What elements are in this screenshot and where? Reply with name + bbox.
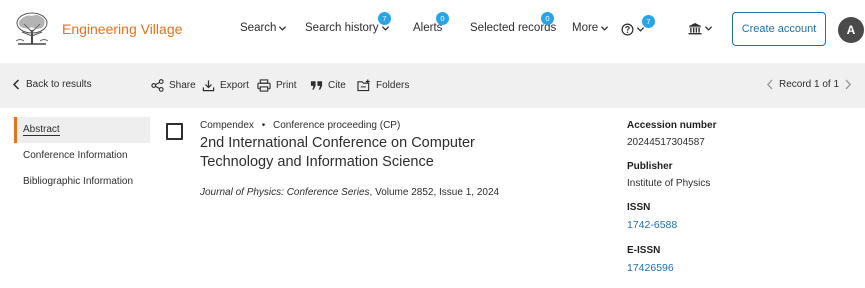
- document-type: Conference proceeding (CP): [273, 120, 401, 131]
- brand-name[interactable]: Engineering Village: [62, 21, 182, 37]
- institution-icon: [688, 23, 702, 35]
- nav-institution[interactable]: [688, 22, 713, 35]
- issn-link[interactable]: 1742-6588: [627, 219, 677, 231]
- share-label: Share: [169, 80, 196, 91]
- chevron-down-icon: [601, 25, 609, 31]
- nav-help[interactable]: [621, 23, 645, 36]
- folders-button[interactable]: Folders: [357, 79, 409, 92]
- chevron-down-icon: [279, 25, 287, 31]
- export-button[interactable]: Export: [202, 79, 249, 92]
- record-pager: Record 1 of 1: [766, 79, 852, 90]
- chevron-left-icon[interactable]: [766, 79, 774, 90]
- eissn-label: E-ISSN: [627, 245, 661, 256]
- nav-search[interactable]: Search: [240, 22, 287, 34]
- help-count-badge: 7: [642, 15, 655, 28]
- share-icon: [151, 79, 164, 92]
- accession-number-label: Accession number: [627, 120, 717, 131]
- share-button[interactable]: Share: [151, 79, 196, 92]
- back-to-results-link[interactable]: Back to results: [12, 79, 92, 90]
- eissn-link[interactable]: 17426596: [627, 262, 674, 274]
- create-account-button[interactable]: Create account: [732, 12, 826, 46]
- selected-records-count-badge: 0: [541, 12, 554, 25]
- source-details: , Volume 2852, Issue 1, 2024: [369, 187, 500, 198]
- chevron-right-icon[interactable]: [844, 79, 852, 90]
- record-source: Journal of Physics: Conference Series, V…: [200, 187, 499, 198]
- nav-more[interactable]: More: [572, 22, 609, 34]
- publisher-label: Publisher: [627, 161, 673, 172]
- select-record-checkbox[interactable]: [166, 123, 183, 140]
- record-meta: Compendex • Conference proceeding (CP): [200, 120, 400, 131]
- publisher-value: Institute of Physics: [627, 178, 711, 189]
- download-icon: [202, 80, 215, 92]
- journal-title[interactable]: Journal of Physics: Conference Series: [200, 187, 370, 198]
- print-label: Print: [276, 80, 297, 91]
- elsevier-logo-icon[interactable]: [12, 10, 52, 48]
- record-toolbar: Back to results Share Export Print Cite: [0, 63, 865, 108]
- nav-search-history[interactable]: Search history: [305, 22, 390, 34]
- search-history-count-badge: 7: [378, 12, 391, 25]
- back-to-results-label: Back to results: [26, 79, 92, 90]
- database-name: Compendex: [200, 120, 254, 131]
- chevron-down-icon: [704, 26, 713, 31]
- issn-label: ISSN: [627, 202, 651, 213]
- user-avatar[interactable]: A: [838, 17, 864, 43]
- leftnav-bibliographic-information[interactable]: Bibliographic Information: [14, 169, 150, 195]
- export-label: Export: [220, 80, 249, 91]
- leftnav-conference-information-label: Conference Information: [23, 150, 128, 161]
- quote-icon: [310, 81, 323, 90]
- cite-label: Cite: [328, 79, 346, 91]
- chevron-left-icon: [12, 79, 20, 90]
- leftnav-abstract-label: Abstract: [23, 124, 60, 136]
- cite-button[interactable]: Cite: [310, 79, 346, 91]
- leftnav-abstract[interactable]: Abstract: [14, 117, 150, 143]
- printer-icon: [257, 79, 271, 92]
- meta-separator: •: [261, 120, 266, 131]
- folder-add-icon: [357, 79, 370, 92]
- leftnav-conference-information[interactable]: Conference Information: [14, 143, 150, 169]
- nav-search-label: Search: [240, 22, 277, 34]
- record-position: Record 1 of 1: [779, 79, 840, 90]
- leftnav-bibliographic-information-label: Bibliographic Information: [23, 176, 134, 187]
- nav-search-history-label: Search history: [305, 22, 379, 34]
- folders-label: Folders: [376, 80, 410, 91]
- top-header: Engineering Village Search Search histor…: [0, 0, 865, 62]
- accession-number-value: 20244517304587: [627, 137, 705, 148]
- alerts-count-badge: 0: [436, 12, 449, 25]
- print-button[interactable]: Print: [257, 79, 297, 92]
- nav-more-label: More: [572, 22, 599, 34]
- question-circle-icon: [621, 23, 634, 36]
- record-title: 2nd International Conference on Computer…: [200, 135, 475, 170]
